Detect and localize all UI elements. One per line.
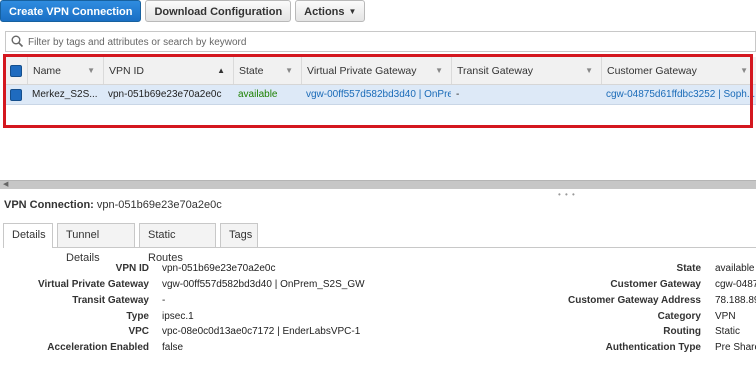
category-value: VPN xyxy=(715,311,736,322)
highlight-annotation-box xyxy=(3,54,753,128)
acceleration-enabled-label: Acceleration Enabled xyxy=(47,342,149,353)
customer-gateway-address-value: 78.188.89. xyxy=(715,295,756,306)
download-configuration-button[interactable]: Download Configuration xyxy=(145,0,292,22)
search-bar xyxy=(5,31,756,52)
detail-title: VPN Connection: vpn-051b69e23e70a2e0c xyxy=(4,199,222,211)
tab-tunnel-details[interactable]: Tunnel Details xyxy=(57,223,135,264)
tab-tags[interactable]: Tags xyxy=(220,223,258,247)
routing-value: Static xyxy=(715,326,741,337)
virtual-private-gateway-link[interactable]: vgw-00ff557d582bd3d40 | OnPrem_S2S_GW xyxy=(162,279,365,290)
panel-resize-handle[interactable]: • • • xyxy=(558,190,576,199)
horizontal-scrollbar[interactable]: ◀ xyxy=(0,180,756,189)
tab-details[interactable]: Details xyxy=(3,223,53,248)
actions-label: Actions xyxy=(304,6,345,18)
tab-static-routes[interactable]: Static Routes xyxy=(139,223,216,264)
category-label: Category xyxy=(657,311,701,322)
detail-title-value: vpn-051b69e23e70a2e0c xyxy=(96,199,222,211)
toolbar: Create VPN Connection Download Configura… xyxy=(0,0,756,24)
type-value: ipsec.1 xyxy=(162,311,194,322)
vpc-label: VPC xyxy=(128,326,149,337)
acceleration-enabled-value: false xyxy=(162,342,184,353)
routing-label: Routing xyxy=(663,326,701,337)
vpn-id-label: VPN ID xyxy=(115,263,149,274)
customer-gateway-label: Customer Gateway xyxy=(610,279,701,290)
search-input[interactable] xyxy=(26,34,730,51)
virtual-private-gateway-label: Virtual Private Gateway xyxy=(38,279,149,290)
detail-title-label: VPN Connection: xyxy=(4,199,94,211)
vpn-id-value: vpn-051b69e23e70a2e0c xyxy=(162,263,276,274)
search-icon xyxy=(11,35,24,48)
transit-gateway-label: Transit Gateway xyxy=(72,295,149,306)
authentication-type-value: Pre Shared xyxy=(715,342,756,353)
type-label: Type xyxy=(126,311,149,322)
transit-gateway-value: - xyxy=(162,295,166,306)
create-vpn-connection-button[interactable]: Create VPN Connection xyxy=(0,0,142,22)
vpc-link[interactable]: vpc-08e0c0d13ae0c7172 | EnderLabsVPC-1 xyxy=(162,326,360,337)
chevron-down-icon: ▼ xyxy=(348,7,357,17)
customer-gateway-address-label: Customer Gateway Address xyxy=(567,295,701,306)
state-label: State xyxy=(676,263,701,274)
state-value: available xyxy=(715,263,755,274)
authentication-type-label: Authentication Type xyxy=(605,342,701,353)
actions-button[interactable]: Actions ▼ xyxy=(295,0,366,22)
customer-gateway-link[interactable]: cgw-04875 xyxy=(715,279,756,290)
scroll-left-arrow-icon[interactable]: ◀ xyxy=(3,180,8,188)
detail-tabs: Details Tunnel Details Static Routes Tag… xyxy=(3,223,756,264)
